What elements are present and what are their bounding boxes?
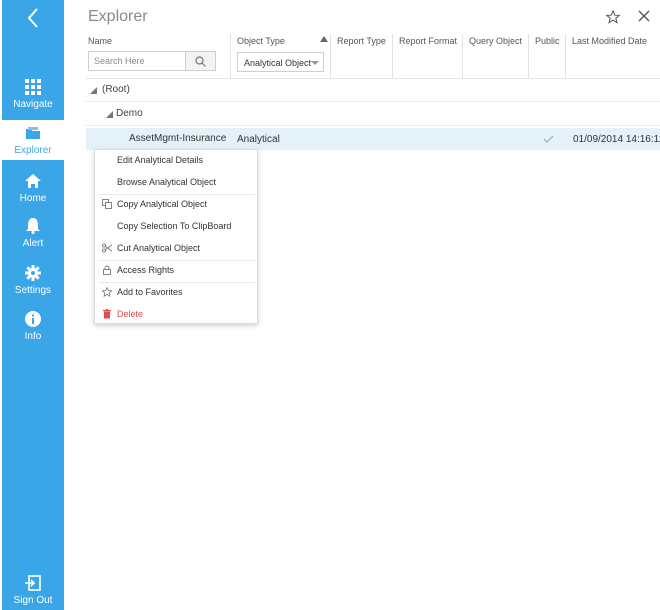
lock-icon bbox=[103, 265, 111, 275]
column-label: Name bbox=[88, 36, 113, 46]
item-name: AssetMgmt-Insurance bbox=[129, 133, 227, 144]
context-menu: Edit Analytical Details Browse Analytica… bbox=[94, 149, 258, 324]
expand-triangle-icon bbox=[106, 111, 113, 118]
column-label: Report Type bbox=[337, 36, 386, 46]
menu-item-copy-object[interactable]: Copy Analytical Object bbox=[95, 194, 257, 216]
column-label: Public bbox=[535, 36, 560, 46]
folder-icon bbox=[24, 124, 42, 142]
sidebar-item-navigate[interactable]: Navigate bbox=[2, 78, 64, 122]
menu-item-label: Edit Analytical Details bbox=[117, 155, 204, 165]
search-placeholder: Search Here bbox=[94, 56, 145, 66]
sidebar-item-label: Alert bbox=[22, 238, 44, 249]
search-icon bbox=[195, 55, 206, 67]
menu-item-label: Delete bbox=[117, 309, 144, 319]
star-icon bbox=[102, 287, 112, 297]
menu-item-cut[interactable]: Cut Analytical Object bbox=[95, 238, 257, 260]
bell-icon bbox=[24, 217, 42, 235]
column-header-report-type[interactable]: Report Type bbox=[330, 34, 392, 78]
table-row[interactable]: AssetMgmt-Insurance Analytical 01/09/201… bbox=[86, 128, 660, 150]
tree-node-label: (Root) bbox=[102, 84, 130, 95]
object-type-value: Analytical Object bbox=[244, 58, 312, 68]
close-icon[interactable] bbox=[638, 10, 650, 22]
sidebar-item-label: Info bbox=[24, 331, 42, 342]
menu-item-access-rights[interactable]: Access Rights bbox=[95, 260, 257, 282]
column-label: Query Object bbox=[469, 36, 523, 46]
info-icon bbox=[24, 310, 42, 328]
scissors-icon bbox=[102, 243, 112, 253]
menu-item-add-favorites[interactable]: Add to Favorites bbox=[95, 282, 257, 304]
menu-item-copy-clipboard[interactable]: Copy Selection To ClipBoard bbox=[95, 216, 257, 238]
menu-item-label: Cut Analytical Object bbox=[117, 243, 201, 253]
menu-item-label: Add to Favorites bbox=[117, 287, 183, 297]
sidebar-item-alert[interactable]: Alert bbox=[2, 217, 64, 261]
page-title: Explorer bbox=[88, 8, 148, 25]
menu-item-browse[interactable]: Browse Analytical Object bbox=[95, 172, 257, 194]
copy-icon bbox=[102, 199, 112, 209]
star-icon[interactable] bbox=[606, 10, 620, 24]
menu-item-label: Copy Analytical Object bbox=[117, 199, 208, 209]
sidebar-item-info[interactable]: Info bbox=[2, 310, 64, 354]
sidebar-item-settings[interactable]: Settings bbox=[2, 264, 64, 308]
row-divider bbox=[86, 101, 660, 102]
sign-out-button[interactable]: Sign Out bbox=[2, 574, 64, 610]
chevron-left-icon bbox=[27, 8, 38, 28]
tree-node-label: Demo bbox=[116, 108, 143, 119]
sidebar-item-label: Navigate bbox=[13, 99, 53, 110]
search-input[interactable]: Search Here bbox=[88, 51, 216, 71]
column-header-report-format[interactable]: Report Format bbox=[392, 34, 462, 78]
menu-item-label: Browse Analytical Object bbox=[117, 177, 217, 187]
item-last-modified: 01/09/2014 14:16:11 bbox=[573, 134, 660, 145]
sort-ascending-icon[interactable] bbox=[320, 36, 328, 42]
column-header-last-modified[interactable]: Last Modified Date bbox=[565, 34, 660, 78]
back-button[interactable] bbox=[2, 0, 64, 36]
menu-item-label: Access Rights bbox=[117, 265, 175, 275]
grid-icon bbox=[24, 78, 42, 96]
column-header-public[interactable]: Public bbox=[528, 34, 565, 78]
chevron-down-icon bbox=[311, 61, 319, 65]
sidebar-item-label: Explorer bbox=[14, 145, 52, 156]
tree-node-root[interactable]: (Root) bbox=[86, 79, 660, 101]
home-icon bbox=[24, 172, 42, 190]
expand-triangle-icon bbox=[90, 87, 97, 94]
menu-item-edit-details[interactable]: Edit Analytical Details bbox=[95, 150, 257, 172]
item-type: Analytical bbox=[237, 134, 280, 145]
object-type-select[interactable]: Analytical Object bbox=[237, 52, 324, 72]
menu-item-label: Copy Selection To ClipBoard bbox=[117, 221, 232, 231]
sidebar: Navigate Explorer Home Alert Settings In… bbox=[2, 0, 64, 610]
tree-node-demo[interactable]: Demo bbox=[86, 103, 660, 125]
check-icon bbox=[543, 135, 554, 143]
menu-item-delete[interactable]: Delete bbox=[95, 304, 257, 326]
row-divider bbox=[86, 125, 660, 126]
sidebar-item-label: Home bbox=[19, 193, 47, 204]
column-header-query-object[interactable]: Query Object bbox=[462, 34, 528, 78]
search-button[interactable] bbox=[185, 52, 215, 70]
sidebar-item-explorer[interactable]: Explorer bbox=[2, 120, 64, 160]
gear-icon bbox=[24, 264, 42, 282]
column-label: Last Modified Date bbox=[572, 36, 648, 46]
sign-out-icon bbox=[24, 574, 42, 592]
sign-out-label: Sign Out bbox=[13, 595, 53, 606]
column-label: Report Format bbox=[399, 36, 458, 46]
sidebar-item-label: Settings bbox=[14, 285, 52, 296]
column-label: Object Type bbox=[237, 36, 285, 46]
sidebar-item-home[interactable]: Home bbox=[2, 172, 64, 216]
trash-icon bbox=[103, 309, 111, 319]
